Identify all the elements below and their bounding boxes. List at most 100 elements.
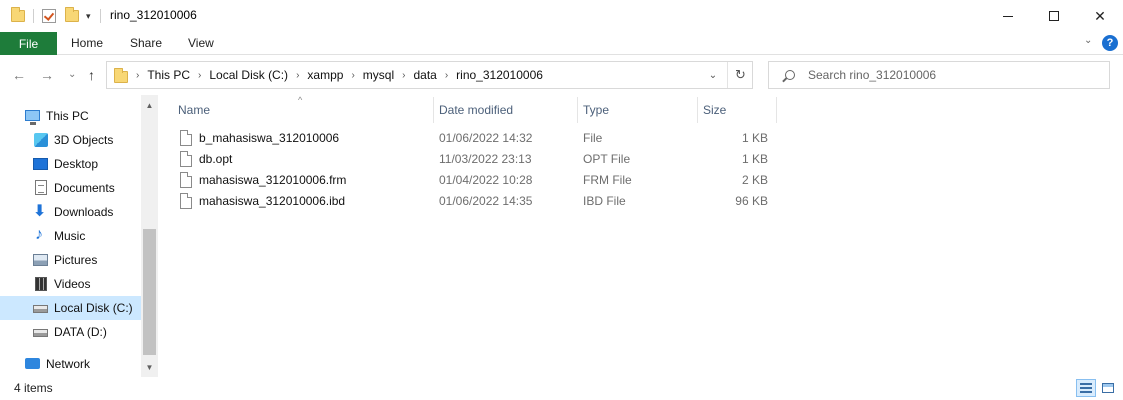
column-divider[interactable] [577,97,578,123]
large-icons-view-button[interactable] [1098,379,1118,397]
breadcrumb-separator: › [296,69,300,81]
table-row[interactable]: db.opt 11/03/2022 23:13 OPT File 1 KB [175,149,775,170]
file-icon [180,193,192,209]
help-icon: ? [1106,37,1114,49]
column-divider[interactable] [776,97,777,123]
help-button[interactable]: ? [1102,35,1118,51]
up-button[interactable]: ↑ [88,67,95,83]
navigation-pane: This PC 3D Objects Desktop Documents ⬇ D… [0,95,158,377]
file-type: IBD File [583,194,626,208]
sidebar-item-label: Music [54,229,86,243]
sidebar-item-network[interactable]: Network [0,352,141,376]
breadcrumb-mysql[interactable]: mysql [363,68,394,82]
properties-check-icon[interactable] [42,7,56,25]
sidebar-item-local-disk-c[interactable]: Local Disk (C:) [0,296,141,320]
breadcrumb-local-disk[interactable]: Local Disk (C:) [209,68,288,82]
breadcrumb-xampp[interactable]: xampp [307,68,343,82]
details-view-button[interactable] [1076,379,1096,397]
sidebar-item-videos[interactable]: Videos [0,272,141,296]
table-row[interactable]: mahasiswa_312010006.frm 01/04/2022 10:28… [175,170,775,191]
customize-quick-access-dropdown[interactable]: ▾ [86,7,91,25]
tab-share[interactable]: Share [130,36,162,50]
sidebar-item-3d-objects[interactable]: 3D Objects [0,128,141,152]
scrollbar-thumb[interactable] [143,229,156,355]
search-box[interactable] [768,61,1110,89]
maximize-button[interactable] [1031,0,1077,32]
file-date: 01/06/2022 14:32 [439,131,533,145]
sidebar-item-label: Network [46,357,91,371]
file-date: 01/06/2022 14:35 [439,194,533,208]
chevron-up-icon: ▲ [145,101,154,110]
minimize-icon [1003,15,1013,17]
file-icon [180,130,192,146]
recent-locations-button[interactable]: ⌄ [68,69,76,80]
address-history-dropdown[interactable]: ⌄ [701,62,725,88]
drive-icon [33,305,48,313]
file-date: 11/03/2022 23:13 [439,152,532,166]
this-pc-icon [25,110,40,125]
back-arrow-icon: ← [12,67,26,83]
forward-arrow-icon: → [40,67,54,83]
breadcrumb-data[interactable]: data [413,68,436,82]
column-divider[interactable] [697,97,698,123]
column-header-type[interactable]: Type [583,98,609,122]
file-type: File [583,131,603,145]
file-type: OPT File [583,152,631,166]
new-folder-icon[interactable] [65,7,79,25]
column-header-name[interactable]: Name [178,98,210,122]
tab-home[interactable]: Home [71,36,103,50]
sidebar-item-label: Desktop [54,157,99,171]
sidebar-item-data-d[interactable]: DATA (D:) [0,320,141,344]
chevron-down-icon: ▼ [145,363,154,372]
search-input[interactable] [808,68,1088,82]
ribbon-tabs: File Home Share View ⌄ ? [0,32,1123,55]
file-size: 1 KB [741,131,768,145]
maximize-icon [1049,11,1059,21]
network-icon [25,358,40,369]
sidebar-item-downloads[interactable]: ⬇ Downloads [0,200,141,224]
table-row[interactable]: mahasiswa_312010006.ibd 01/06/2022 14:35… [175,191,775,212]
toolbar-divider [33,9,34,23]
breadcrumb-separator: › [444,69,449,81]
column-header-size[interactable]: Size [703,98,726,122]
minimize-button[interactable] [985,0,1031,32]
sidebar-item-music[interactable]: ♪ Music [0,224,141,248]
navigation-bar: ← → ⌄ ↑ › This PC › Local Disk (C:) › xa… [0,55,1123,95]
music-note-icon: ♪ [35,226,43,243]
close-button[interactable]: ✕ [1077,0,1123,32]
refresh-icon: ↻ [735,67,746,82]
sidebar-item-documents[interactable]: Documents [0,176,141,200]
folder-icon [114,67,128,83]
breadcrumb-this-pc[interactable]: This PC [147,68,190,82]
tab-view[interactable]: View [188,36,214,50]
film-icon [35,277,47,291]
file-size: 96 KB [735,194,768,208]
close-icon: ✕ [1094,7,1106,24]
file-size: 1 KB [741,152,768,166]
column-header-date-modified[interactable]: Date modified [439,98,513,122]
chevron-down-icon: ⌄ [708,69,718,81]
back-button[interactable]: ← [12,67,26,83]
breadcrumb-current-folder[interactable]: rino_312010006 [456,68,543,82]
column-divider[interactable] [433,97,434,123]
file-size: 2 KB [741,173,768,187]
breadcrumb-separator: › [198,69,202,81]
refresh-button[interactable]: ↻ [727,62,753,88]
scroll-up-button[interactable]: ▲ [141,97,158,114]
table-row[interactable]: b_mahasiswa_312010006 01/06/2022 14:32 F… [175,128,775,149]
expand-ribbon-button[interactable]: ⌄ [1084,35,1092,46]
up-arrow-icon: ↑ [88,67,95,83]
forward-button[interactable]: → [40,67,54,83]
sidebar-item-pictures[interactable]: Pictures [0,248,141,272]
sidebar-item-this-pc[interactable]: This PC [0,104,141,128]
file-type: FRM File [583,173,632,187]
sidebar-item-desktop[interactable]: Desktop [0,152,141,176]
file-name: mahasiswa_312010006.frm [199,173,347,187]
address-bar[interactable]: › This PC › Local Disk (C:) › xampp › my… [106,61,753,89]
sidebar-scrollbar[interactable]: ▲ ▼ [141,95,158,377]
tab-file[interactable]: File [0,32,57,55]
chevron-down-icon: ▾ [86,10,91,21]
sort-ascending-icon: ^ [298,95,303,105]
breadcrumb-separator: › [136,69,140,81]
scroll-down-button[interactable]: ▼ [141,359,158,376]
